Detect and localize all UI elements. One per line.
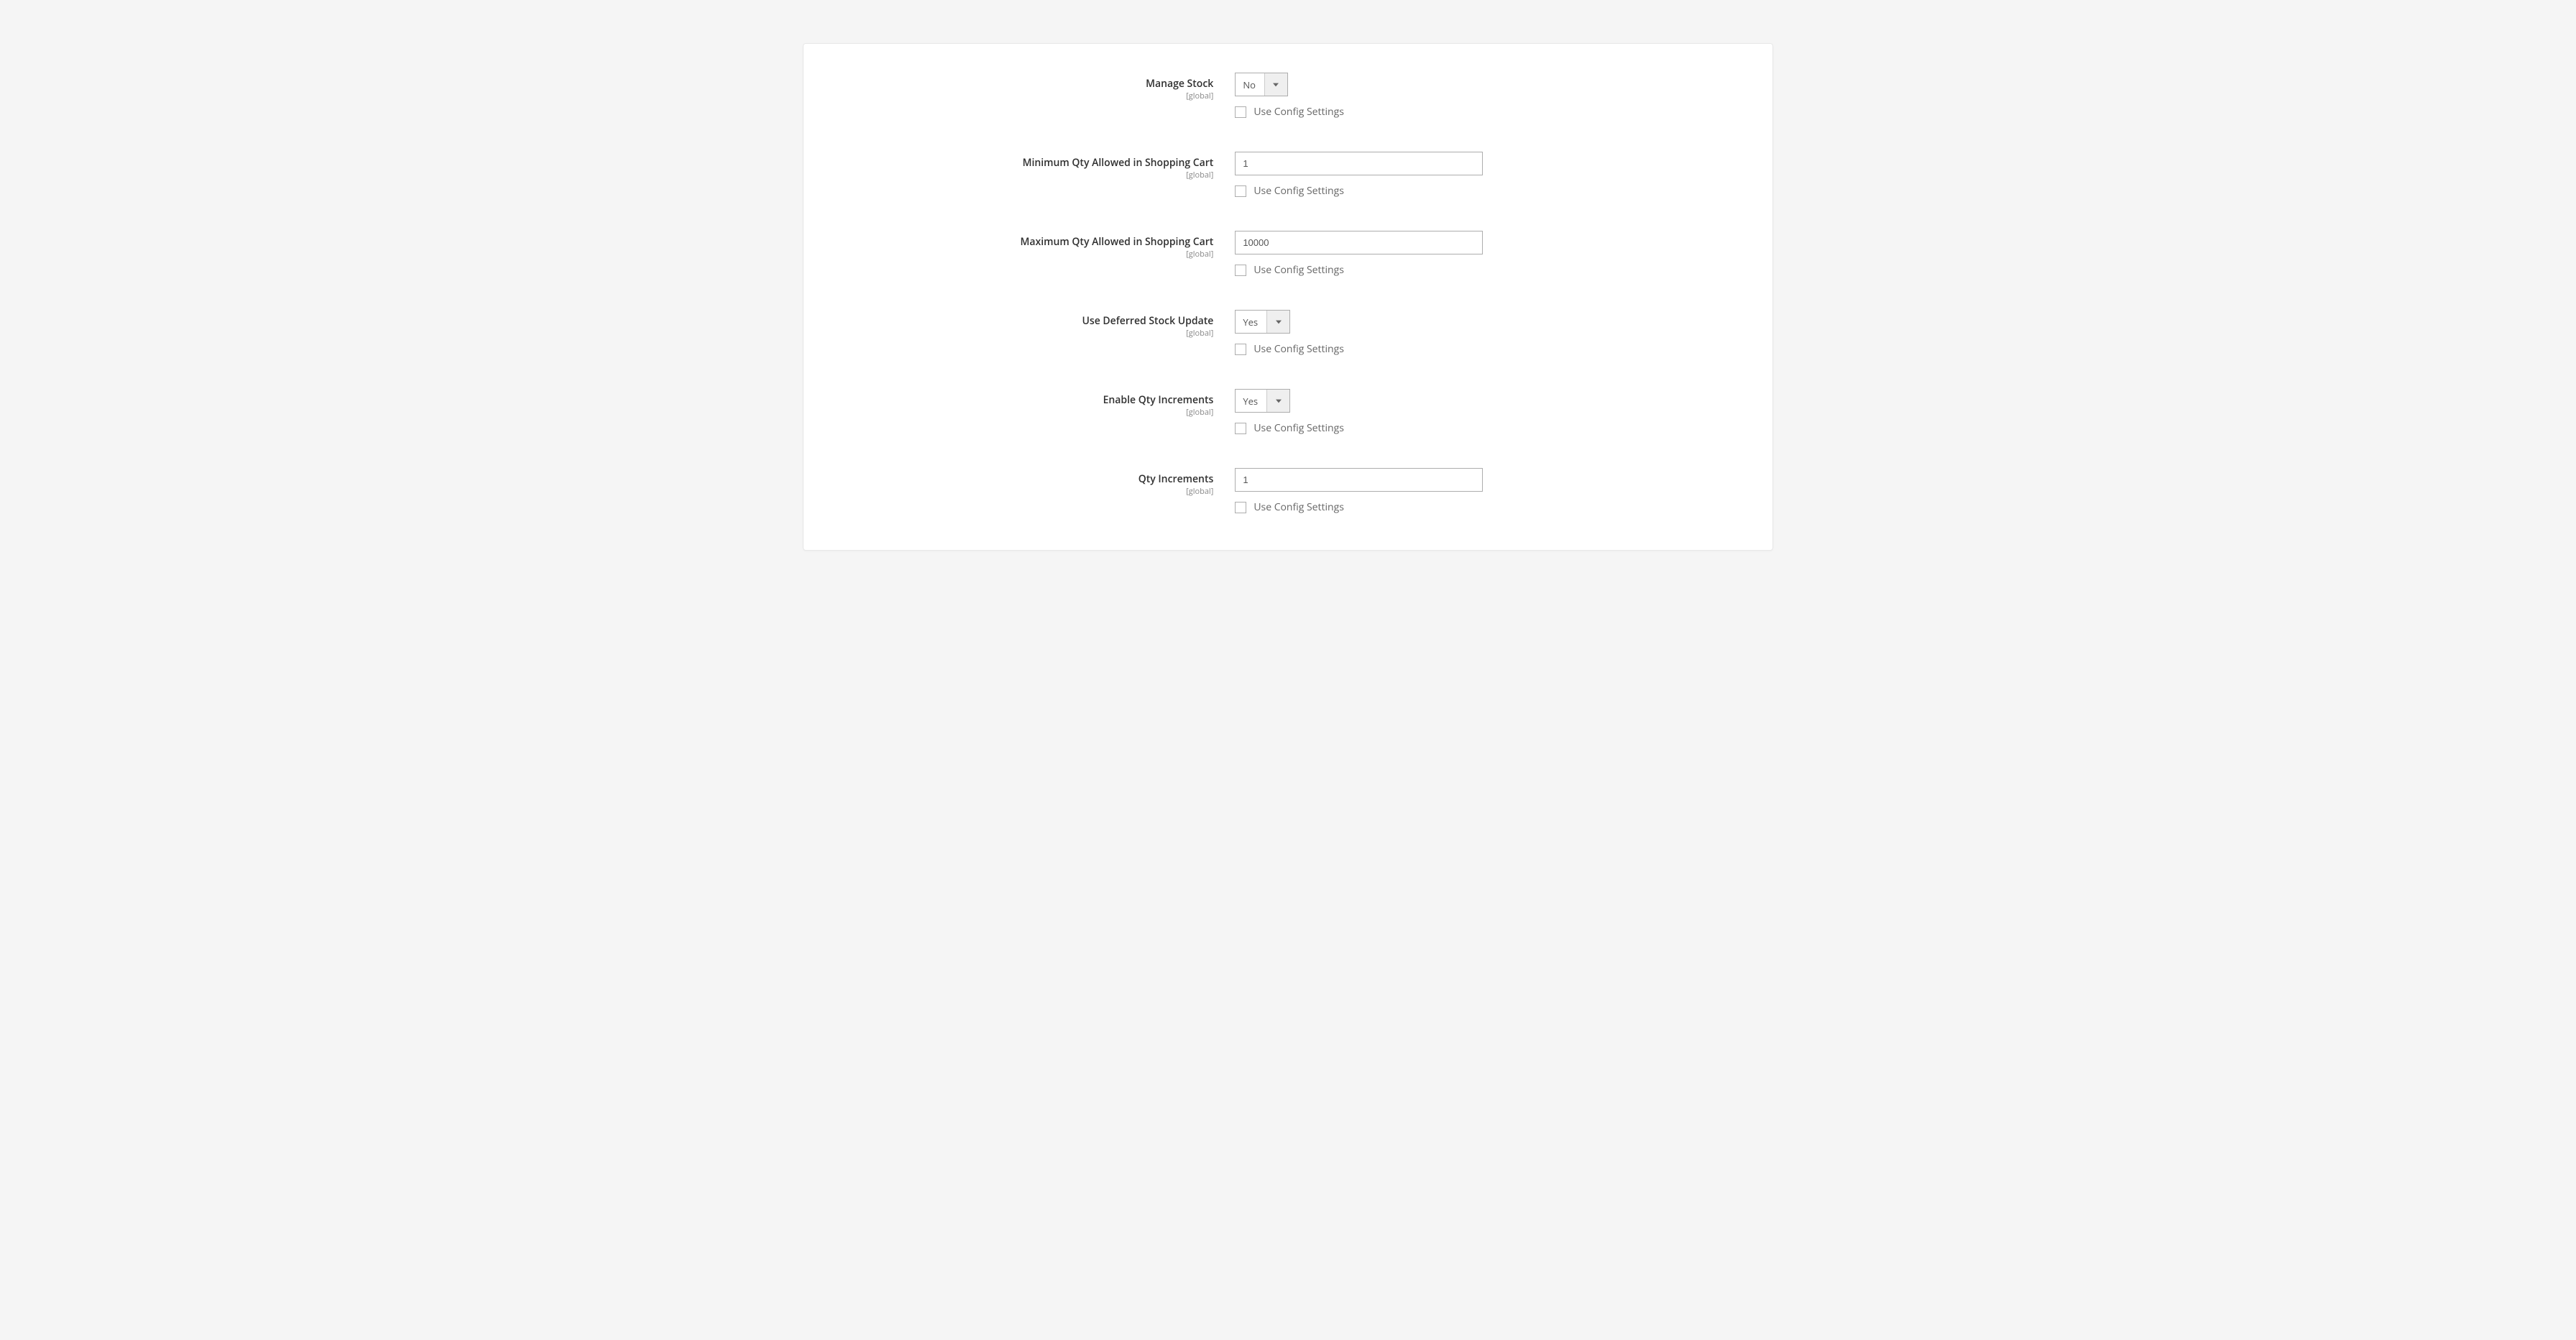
- scope-label: [global]: [847, 486, 1213, 497]
- max-qty-use-config-checkbox[interactable]: [1235, 265, 1246, 276]
- max-qty-use-config-row: Use Config Settings: [1235, 263, 1729, 277]
- control-col: Use Config Settings: [1235, 231, 1729, 277]
- scope-label: [global]: [847, 249, 1213, 260]
- label-col: Use Deferred Stock Update [global]: [847, 310, 1235, 339]
- label-col: Enable Qty Increments [global]: [847, 389, 1235, 418]
- use-config-label: Use Config Settings: [1254, 421, 1344, 435]
- field-max-qty: Maximum Qty Allowed in Shopping Cart [gl…: [847, 231, 1729, 277]
- label-col: Manage Stock [global]: [847, 73, 1235, 101]
- stock-settings-panel: Manage Stock [global] No Use Config Sett…: [803, 43, 1773, 551]
- use-config-label: Use Config Settings: [1254, 184, 1344, 198]
- min-qty-label: Minimum Qty Allowed in Shopping Cart: [1023, 156, 1214, 170]
- chevron-down-icon: [1266, 390, 1289, 412]
- enable-qty-inc-value: Yes: [1236, 390, 1266, 412]
- max-qty-input[interactable]: [1235, 231, 1483, 254]
- enable-qty-inc-select[interactable]: Yes: [1235, 389, 1290, 413]
- scope-label: [global]: [847, 91, 1213, 101]
- deferred-stock-select[interactable]: Yes: [1235, 310, 1290, 334]
- chevron-down-icon: [1266, 311, 1289, 333]
- control-col: Yes Use Config Settings: [1235, 389, 1729, 435]
- enable-qty-inc-use-config-row: Use Config Settings: [1235, 421, 1729, 435]
- scope-label: [global]: [847, 407, 1213, 418]
- qty-inc-use-config-checkbox[interactable]: [1235, 502, 1246, 513]
- control-col: Yes Use Config Settings: [1235, 310, 1729, 356]
- field-min-qty: Minimum Qty Allowed in Shopping Cart [gl…: [847, 152, 1729, 198]
- control-col: Use Config Settings: [1235, 152, 1729, 198]
- manage-stock-select[interactable]: No: [1235, 73, 1288, 96]
- use-config-label: Use Config Settings: [1254, 342, 1344, 356]
- field-enable-qty-inc: Enable Qty Increments [global] Yes Use C…: [847, 389, 1729, 435]
- qty-inc-input[interactable]: [1235, 468, 1483, 492]
- deferred-stock-use-config-row: Use Config Settings: [1235, 342, 1729, 356]
- control-col: No Use Config Settings: [1235, 73, 1729, 119]
- field-manage-stock: Manage Stock [global] No Use Config Sett…: [847, 73, 1729, 119]
- label-col: Minimum Qty Allowed in Shopping Cart [gl…: [847, 152, 1235, 180]
- control-col: Use Config Settings: [1235, 468, 1729, 514]
- manage-stock-use-config-checkbox[interactable]: [1235, 106, 1246, 118]
- manage-stock-use-config-row: Use Config Settings: [1235, 105, 1729, 119]
- field-qty-inc: Qty Increments [global] Use Config Setti…: [847, 468, 1729, 514]
- scope-label: [global]: [847, 328, 1213, 339]
- chevron-down-icon: [1264, 73, 1287, 96]
- use-config-label: Use Config Settings: [1254, 263, 1344, 277]
- label-col: Qty Increments [global]: [847, 468, 1235, 497]
- field-deferred-stock: Use Deferred Stock Update [global] Yes U…: [847, 310, 1729, 356]
- deferred-stock-value: Yes: [1236, 311, 1266, 333]
- use-config-label: Use Config Settings: [1254, 500, 1344, 514]
- min-qty-input[interactable]: [1235, 152, 1483, 175]
- manage-stock-value: No: [1236, 73, 1264, 96]
- enable-qty-inc-use-config-checkbox[interactable]: [1235, 423, 1246, 434]
- min-qty-use-config-checkbox[interactable]: [1235, 185, 1246, 197]
- use-config-label: Use Config Settings: [1254, 105, 1344, 119]
- min-qty-use-config-row: Use Config Settings: [1235, 184, 1729, 198]
- enable-qty-inc-label: Enable Qty Increments: [1103, 393, 1214, 407]
- qty-inc-use-config-row: Use Config Settings: [1235, 500, 1729, 514]
- deferred-stock-use-config-checkbox[interactable]: [1235, 344, 1246, 355]
- deferred-stock-label: Use Deferred Stock Update: [1082, 314, 1213, 328]
- qty-inc-label: Qty Increments: [1138, 472, 1214, 486]
- max-qty-label: Maximum Qty Allowed in Shopping Cart: [1021, 235, 1214, 249]
- label-col: Maximum Qty Allowed in Shopping Cart [gl…: [847, 231, 1235, 260]
- scope-label: [global]: [847, 170, 1213, 180]
- manage-stock-label: Manage Stock: [1146, 77, 1213, 91]
